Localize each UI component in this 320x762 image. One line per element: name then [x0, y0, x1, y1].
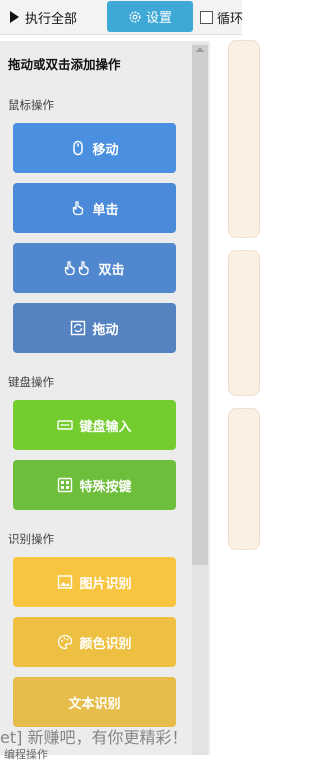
- panel-title: 拖动或双击添加操作: [8, 57, 121, 72]
- image-icon: [58, 575, 73, 589]
- watermark: et] 新赚吧，有你更精彩！: [0, 728, 188, 747]
- scroll-thumb[interactable]: [192, 45, 208, 565]
- keyboard-icon: [57, 420, 74, 430]
- special-key-label: 特殊按键: [79, 479, 132, 495]
- special-key-button[interactable]: 特殊按键: [13, 460, 176, 510]
- move-label: 移动: [92, 142, 119, 158]
- text-recognition-label: 文本识别: [68, 696, 121, 712]
- click-label: 单击: [92, 202, 119, 218]
- double-hand-icon: [65, 261, 90, 276]
- flow-card[interactable]: [228, 250, 260, 396]
- drag-button[interactable]: 拖动: [13, 303, 176, 353]
- double-click-label: 双击: [98, 262, 125, 278]
- operations-panel: 拖动或双击添加操作 鼠标操作 移动 单击 双击 拖动 键盘操作 键盘输入 特殊按…: [0, 41, 210, 755]
- run-all-label: 执行全部: [25, 11, 78, 27]
- settings-label: 设置: [145, 11, 172, 26]
- run-all-button[interactable]: 执行全部: [4, 4, 102, 30]
- color-recognition-button[interactable]: 颜色识别: [13, 617, 176, 667]
- click-button[interactable]: 单击: [13, 183, 176, 233]
- loop-label: 循环: [217, 11, 244, 27]
- image-recognition-button[interactable]: 图片识别: [13, 557, 176, 607]
- hand-pointer-icon: [73, 201, 84, 216]
- toolbar: 执行全部 设置 循环: [0, 0, 243, 35]
- checkbox-box[interactable]: [200, 10, 213, 24]
- special-key-icon: [58, 477, 73, 493]
- image-recognition-label: 图片识别: [79, 576, 132, 592]
- gear-icon: [129, 10, 141, 23]
- settings-button[interactable]: 设置: [107, 1, 193, 32]
- mouse-icon: [73, 140, 84, 156]
- scrollbar[interactable]: [192, 43, 208, 755]
- drag-label: 拖动: [92, 322, 119, 338]
- color-recognition-label: 颜色识别: [79, 636, 132, 652]
- play-icon: [10, 11, 19, 23]
- palette-icon: [58, 634, 73, 650]
- flow-card[interactable]: [228, 408, 260, 550]
- text-recognition-button[interactable]: 文本识别: [13, 677, 176, 727]
- keyboard-input-label: 键盘输入: [79, 419, 132, 435]
- scroll-up-arrow-icon[interactable]: [196, 47, 204, 52]
- move-button[interactable]: 移动: [13, 123, 176, 173]
- section-mouse: 鼠标操作: [8, 98, 54, 112]
- loop-checkbox[interactable]: 循环: [200, 6, 243, 28]
- section-recognition: 识别操作: [8, 532, 54, 546]
- flow-card[interactable]: [228, 40, 260, 238]
- double-click-button[interactable]: 双击: [13, 243, 176, 293]
- section-programming-partial: 编程操作: [4, 748, 48, 761]
- keyboard-input-button[interactable]: 键盘输入: [13, 400, 176, 450]
- drag-icon: [71, 320, 86, 336]
- section-keyboard: 键盘操作: [8, 375, 54, 389]
